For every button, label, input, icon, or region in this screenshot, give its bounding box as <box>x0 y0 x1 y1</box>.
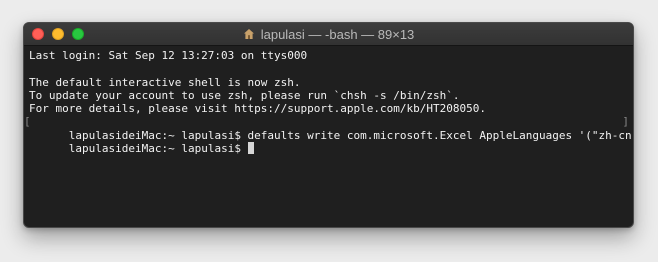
shell-notice-line: The default interactive shell is now zsh… <box>29 75 301 89</box>
update-notice-line: To update your account to use zsh, pleas… <box>29 88 460 102</box>
terminal-output[interactable]: Last login: Sat Sep 12 13:27:03 on ttys0… <box>24 46 633 155</box>
command-line-row: [lapulasideiMac:~ lapulasi$ defaults wri… <box>24 115 633 141</box>
line-mark-left: [ <box>24 115 31 129</box>
home-folder-icon <box>243 28 255 40</box>
text-cursor <box>247 142 254 155</box>
shell-prompt: lapulasideiMac:~ lapulasi$ <box>68 142 248 156</box>
line-mark-right: ] <box>622 115 629 129</box>
last-login-line: Last login: Sat Sep 12 13:27:03 on ttys0… <box>29 49 308 62</box>
title-bar[interactable]: lapulasi — -bash — 89×13 <box>24 23 633 46</box>
prompt-line[interactable]: lapulasideiMac:~ lapulasi$ <box>29 129 628 155</box>
terminal-window[interactable]: lapulasi — -bash — 89×13 Last login: Sat… <box>23 22 634 228</box>
window-title: lapulasi — -bash — 89×13 <box>260 26 415 42</box>
details-notice-line: For more details, please visit https://s… <box>29 102 486 116</box>
window-title-area: lapulasi — -bash — 89×13 <box>24 23 633 45</box>
